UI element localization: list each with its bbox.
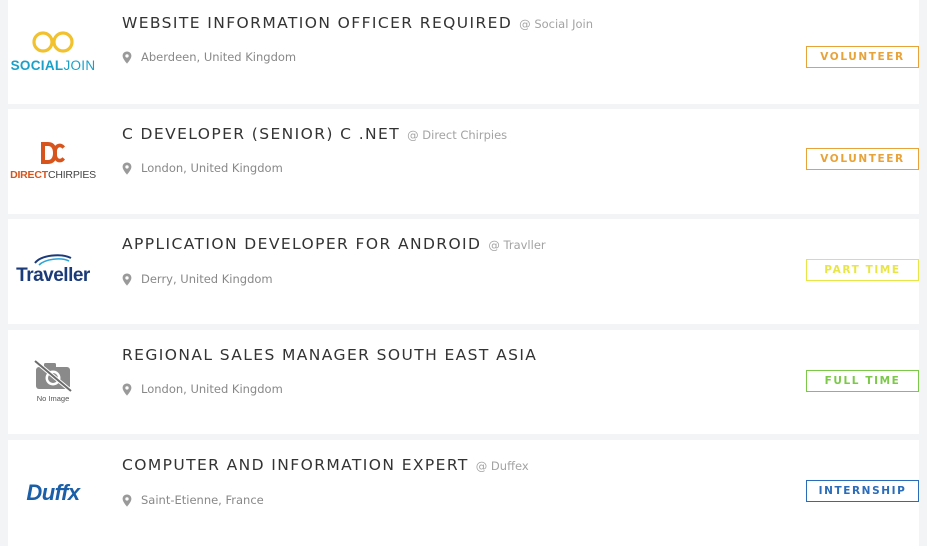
job-location: London, United Kingdom (141, 382, 283, 396)
job-title-link[interactable]: WEBSITE INFORMATION OFFICER REQUIRED (122, 14, 512, 32)
infinity-logo-icon (32, 30, 74, 53)
map-pin-icon (122, 273, 132, 286)
job-type-badge-full-time[interactable]: FULL TIME (806, 370, 919, 392)
job-location: Saint-Etienne, France (141, 493, 264, 507)
logo-wordmark: Traveller (16, 265, 90, 286)
job-type-badge-internship[interactable]: INTERNSHIP (806, 480, 919, 502)
logo-wordmark: DIRECTCHIRPIES (10, 168, 96, 181)
job-row[interactable]: No Image REGIONAL SALES MANAGER SOUTH EA… (8, 330, 919, 434)
job-row[interactable]: SOCIALJOIN WEBSITE INFORMATION OFFICER R… (8, 0, 919, 104)
map-pin-icon (122, 494, 132, 507)
company-name: @ Direct Chirpies (407, 128, 508, 142)
logo-caption: No Image (36, 394, 70, 403)
map-pin-icon (122, 51, 132, 64)
company-logo-travller[interactable]: Traveller (14, 239, 92, 301)
no-image-camera-icon (33, 359, 73, 393)
company-logo-placeholder[interactable]: No Image (14, 350, 92, 412)
map-pin-icon (122, 162, 132, 175)
company-logo-duffex[interactable]: Duffx (14, 462, 92, 524)
job-row[interactable]: Duffx COMPUTER AND INFORMATION EXPERT @ D… (8, 440, 919, 546)
company-logo-social-join[interactable]: SOCIALJOIN (11, 20, 95, 82)
logo-wordmark: Duffx (26, 480, 80, 505)
job-title-link[interactable]: REGIONAL SALES MANAGER SOUTH EAST ASIA (122, 346, 537, 364)
job-location: London, United Kingdom (141, 161, 283, 175)
job-location: Derry, United Kingdom (141, 272, 273, 286)
job-title-link[interactable]: COMPUTER AND INFORMATION EXPERT (122, 456, 469, 474)
job-row[interactable]: Traveller APPLICATION DEVELOPER FOR ANDR… (8, 219, 919, 324)
company-name: @ Travller (488, 238, 546, 252)
job-row[interactable]: DIRECTCHIRPIES C DEVELOPER (SENIOR) C .N… (8, 109, 919, 214)
job-type-badge-volunteer[interactable]: VOLUNTEER (806, 148, 919, 170)
job-type-badge-part-time[interactable]: PART TIME (806, 259, 919, 281)
job-title-link[interactable]: C DEVELOPER (SENIOR) C .NET (122, 125, 400, 143)
job-location: Aberdeen, United Kingdom (141, 50, 297, 64)
company-name: @ Social Join (519, 17, 593, 31)
job-title-link[interactable]: APPLICATION DEVELOPER FOR ANDROID (122, 235, 481, 253)
logo-wordmark: SOCIALJOIN (10, 57, 96, 73)
job-type-badge-volunteer[interactable]: VOLUNTEER (806, 46, 919, 68)
map-pin-icon (122, 383, 132, 396)
company-name: @ Duffex (475, 459, 529, 473)
job-list: SOCIALJOIN WEBSITE INFORMATION OFFICER R… (8, 0, 919, 546)
company-logo-direct-chirpies[interactable]: DIRECTCHIRPIES (10, 129, 96, 191)
dc-monogram-icon (41, 141, 65, 164)
